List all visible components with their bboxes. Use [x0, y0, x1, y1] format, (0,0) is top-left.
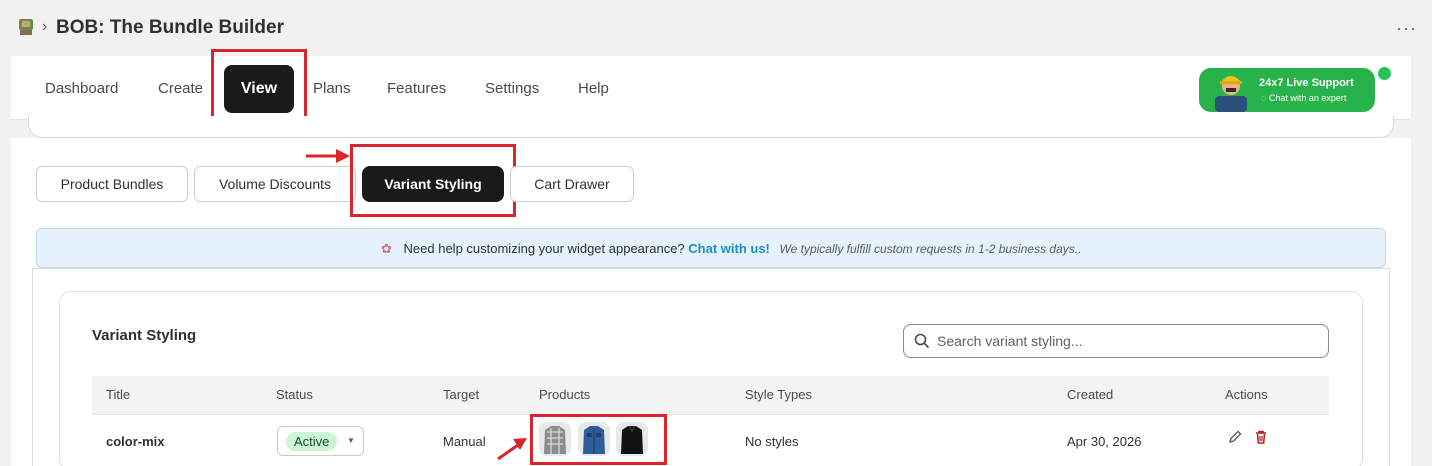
nav-settings[interactable]: Settings — [485, 80, 539, 97]
column-header-title[interactable]: Title — [106, 387, 130, 402]
column-header-created[interactable]: Created — [1067, 387, 1113, 402]
more-options-icon[interactable]: ··· — [1396, 18, 1417, 39]
edit-icon[interactable] — [1227, 429, 1243, 445]
app-logo-icon — [19, 19, 33, 35]
column-header-style-types[interactable]: Style Types — [745, 387, 812, 402]
highlight-box-products — [530, 414, 667, 465]
row-target: Manual — [443, 434, 486, 449]
row-title[interactable]: color-mix — [106, 434, 165, 449]
support-title: 24x7 Live Support — [1259, 77, 1354, 89]
search-icon — [914, 333, 930, 349]
tab-product-bundles[interactable]: Product Bundles — [36, 166, 188, 202]
status-dropdown[interactable]: Active ▼ — [277, 426, 364, 456]
chat-with-us-link[interactable]: Chat with us! — [688, 241, 770, 256]
column-header-products[interactable]: Products — [539, 387, 590, 402]
nav-create[interactable]: Create — [158, 80, 203, 97]
nav-features[interactable]: Features — [387, 80, 446, 97]
chat-bubble-icon: ◌ — [1261, 93, 1267, 103]
highlight-box-tab — [350, 144, 516, 217]
breadcrumb-separator: › — [42, 18, 48, 35]
search-field[interactable] — [903, 324, 1329, 358]
support-subtitle: ◌ Chat with an expert — [1261, 93, 1346, 103]
support-agent-icon — [1215, 76, 1247, 112]
tab-cart-drawer[interactable]: Cart Drawer — [510, 166, 634, 202]
column-header-actions: Actions — [1225, 387, 1268, 402]
row-style-types: No styles — [745, 434, 799, 449]
banner-note: We typically fulfill custom requests in … — [779, 242, 1082, 256]
live-support-button[interactable]: 24x7 Live Support ◌ Chat with an expert — [1199, 68, 1375, 112]
banner-question: Need help customizing your widget appear… — [403, 241, 685, 256]
annotation-arrow-tab — [306, 149, 350, 163]
online-status-dot — [1378, 67, 1391, 80]
chevron-down-icon: ▼ — [347, 436, 355, 445]
nav-help[interactable]: Help — [578, 80, 609, 97]
app-bar: › BOB: The Bundle Builder ··· — [0, 0, 1432, 56]
section-title: Variant Styling — [92, 327, 197, 344]
row-divider — [92, 414, 1329, 415]
delete-icon[interactable] — [1253, 429, 1269, 445]
nav-dashboard[interactable]: Dashboard — [45, 80, 118, 97]
help-banner: ✿ Need help customizing your widget appe… — [36, 228, 1386, 268]
palette-icon: ✿ — [381, 241, 392, 256]
nav-card-bottom-edge — [28, 116, 1394, 138]
column-header-target[interactable]: Target — [443, 387, 479, 402]
status-badge: Active — [286, 432, 338, 451]
row-created: Apr 30, 2026 — [1067, 434, 1142, 449]
support-subtitle-text: Chat with an expert — [1268, 93, 1347, 103]
column-header-status[interactable]: Status — [276, 387, 313, 402]
tab-volume-discounts[interactable]: Volume Discounts — [194, 166, 356, 202]
annotation-arrow-products — [497, 438, 527, 461]
highlight-box-view — [211, 49, 307, 126]
search-input[interactable] — [937, 329, 1317, 353]
app-title[interactable]: BOB: The Bundle Builder — [56, 17, 284, 39]
nav-plans[interactable]: Plans — [313, 80, 351, 97]
